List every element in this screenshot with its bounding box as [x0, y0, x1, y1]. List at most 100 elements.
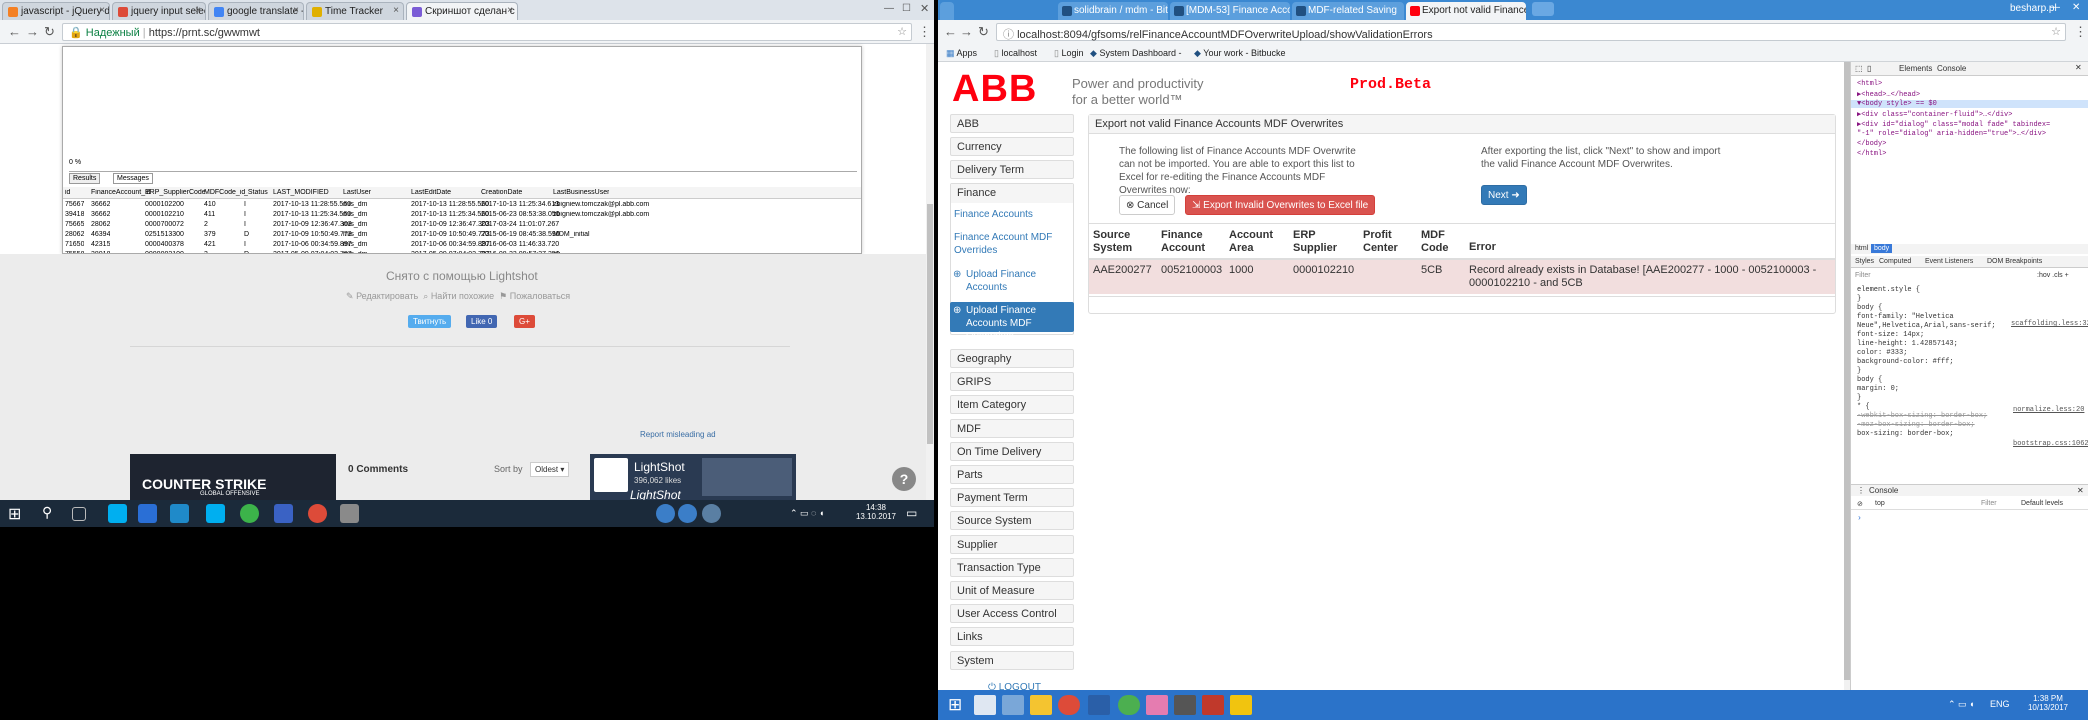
right-tab-4[interactable]: Export not valid Finance [1406, 2, 1526, 20]
grid-row[interactable]: 28062 46394 0251513300 379 D 2017-10-09 10:50… [63, 230, 861, 240]
bookmark-system-dashboard[interactable]: ◆ System Dashboard - [1090, 48, 1181, 59]
nav-item-item-category[interactable]: Item Category [950, 395, 1074, 415]
colorful-app-icon[interactable] [1146, 695, 1168, 715]
tab-dom-breakpoints[interactable]: DOM Breakpoints [1987, 258, 2042, 265]
styles-filter-input[interactable]: Filter [1855, 272, 1871, 279]
messages-tab[interactable]: Messages [113, 173, 153, 184]
grid-row[interactable]: 75667 36662 0000102200 410 I 2017-10-13 11:28… [63, 200, 861, 210]
nav-item-currency[interactable]: Currency [950, 137, 1074, 156]
drawer-menu-icon[interactable]: ⋮ [1857, 486, 1865, 495]
dom-node[interactable]: ▶<div class="container-fluid">…</div> [1857, 110, 2012, 119]
nav-item-supplier[interactable]: Supplier [950, 534, 1074, 554]
tab-console[interactable]: Console [1937, 64, 1966, 73]
nav-item-system[interactable]: System [950, 650, 1074, 670]
task-view-icon[interactable] [72, 507, 86, 521]
grid-row[interactable]: 71650 42315 0000400378 421 I 2017-10-06 00:34… [63, 240, 861, 250]
left-tab-2[interactable]: jquery input select - По× [112, 2, 206, 20]
right-tab-2[interactable]: [MDM-53] Finance Acco [1170, 2, 1290, 20]
sort-select[interactable]: Oldest ▾ [530, 462, 570, 477]
window-close-icon[interactable]: ✕ [2072, 2, 2080, 13]
crumb-html[interactable]: html [1855, 245, 1868, 252]
nav-item-grips[interactable]: GRIPS [950, 372, 1074, 392]
star-icon[interactable]: ☆ [2051, 25, 2061, 38]
nav-item-mdf[interactable]: MDF [950, 418, 1074, 438]
nav-item-links[interactable]: Links [950, 627, 1074, 647]
minimize-icon[interactable]: — [2050, 2, 2060, 13]
teamviewer-icon[interactable] [170, 504, 189, 523]
scroll-thumb[interactable] [927, 204, 933, 444]
back-icon[interactable]: ← [8, 24, 21, 39]
console-filter-input[interactable]: Filter [1981, 500, 1997, 507]
clear-console-icon[interactable]: ⊘ [1857, 500, 1863, 508]
terminal-icon[interactable] [1174, 695, 1196, 715]
star-icon[interactable]: ☆ [897, 25, 907, 38]
export-excel-button[interactable]: ⇲ Export Invalid Overwrites to Excel fil… [1185, 195, 1376, 215]
search-icon[interactable]: ⚲ [42, 504, 52, 521]
menu-icon[interactable]: ⋮ [2074, 24, 2087, 40]
counter-strike-ad[interactable]: COUNTER STRIKE GLOBAL OFFENSIVE [130, 454, 336, 500]
app-icon[interactable] [1202, 695, 1224, 715]
device-icon[interactable]: ▯ [1867, 64, 1871, 73]
minimize-icon[interactable]: — [884, 3, 894, 14]
style-source-2[interactable]: normalize.less:20 [2013, 406, 2084, 414]
close-icon[interactable]: ✕ [2077, 486, 2084, 495]
help-icon[interactable]: ? [892, 467, 916, 491]
chrome-icon[interactable] [308, 504, 327, 523]
close-icon[interactable]: × [195, 5, 201, 16]
reload-icon[interactable]: ↻ [978, 24, 989, 40]
forward-icon[interactable]: → [26, 24, 39, 39]
dom-node[interactable]: </body> [1857, 140, 1886, 148]
right-tab-1[interactable]: solidbrain / mdm - Bitb [1058, 2, 1168, 20]
tab-elements[interactable]: Elements [1899, 64, 1932, 73]
console-context-select[interactable]: top [1875, 500, 1885, 507]
address-bar[interactable]: 🔒 Надежный | https://prnt.sc/gwwmwt ☆ [62, 23, 912, 41]
nav-sub-finance-accounts[interactable]: Finance Accounts [950, 208, 1074, 221]
close-icon[interactable]: × [99, 5, 105, 16]
save-app-icon[interactable] [1088, 695, 1110, 715]
new-tab-button[interactable] [1532, 2, 1554, 16]
style-source-1[interactable]: scaffolding.less:32 [2011, 320, 2088, 328]
nav-item-on-time-delivery[interactable]: On Time Delivery [950, 441, 1074, 461]
file-explorer-icon[interactable] [1030, 695, 1052, 715]
tray-app-icon[interactable] [702, 504, 721, 523]
dom-node[interactable]: <html> [1857, 80, 1882, 88]
windows-start-icon[interactable]: ⊞ [948, 695, 962, 715]
left-tab-1[interactable]: javascript - jQuery disab× [2, 2, 110, 20]
report-link[interactable]: Пожаловаться [510, 291, 570, 301]
chat-icon[interactable] [678, 504, 697, 523]
grid-row[interactable]: 39418 36662 0000102210 411 I 2017-10-13 11:25… [63, 210, 861, 220]
close-icon[interactable]: × [393, 5, 399, 16]
tab-event-listeners[interactable]: Event Listeners [1925, 258, 1973, 265]
menu-icon[interactable]: ⋮ [918, 24, 931, 40]
abb-logo[interactable]: ABB [952, 68, 1037, 111]
google-plus-button[interactable]: G+ [514, 315, 535, 328]
nav-item-transaction-type[interactable]: Transaction Type [950, 557, 1074, 577]
nav-item-finance[interactable]: Finance [951, 184, 1073, 203]
nav-item-geography[interactable]: Geography [950, 349, 1074, 368]
nav-sub-upload-mdf-overwrites[interactable]: ⊕ Upload Finance Accounts MDF Overwrites [950, 302, 1074, 342]
pinned-tab[interactable] [940, 2, 954, 20]
skype-business-icon[interactable] [206, 504, 225, 523]
bookmark-apps[interactable]: ▦ Apps [946, 48, 977, 59]
style-source-3[interactable]: bootstrap.css:1062 [2013, 440, 2088, 448]
maximize-icon[interactable]: ☐ [902, 3, 911, 14]
tray-icons[interactable]: ⌃ ▭ ◌ ◖ [790, 508, 824, 519]
edit-link[interactable]: Редактировать [356, 291, 418, 301]
upwork-icon[interactable] [240, 504, 259, 523]
skype-icon[interactable] [108, 504, 127, 523]
grid-row[interactable]: 75665 28062 0000700072 2 I 2017-10-09 12:36:4… [63, 220, 861, 230]
bookmark-login[interactable]: ▯ Login [1054, 48, 1084, 59]
clock[interactable]: 14:38 13.10.2017 [848, 503, 904, 521]
tab-computed[interactable]: Computed [1879, 258, 1911, 265]
next-button[interactable]: Next ➜ [1481, 185, 1527, 205]
close-icon[interactable]: × [293, 5, 299, 16]
dom-node[interactable]: ▶<head>…</head> [1857, 90, 1920, 99]
dom-node[interactable]: ▶<div id="dialog" class="modal fade" tab… [1857, 120, 2050, 129]
tab-styles[interactable]: Styles [1855, 258, 1874, 265]
tray-icons[interactable]: ⌃ ▭ ◖ [1948, 699, 1974, 710]
bookmark-your-work[interactable]: ◆ Your work - Bitbucke [1194, 48, 1285, 59]
ssms-icon[interactable] [274, 504, 293, 523]
table-row[interactable]: AAE200277 0052100003 1000 0000102210 5CB… [1089, 258, 1835, 294]
notes-app-icon[interactable] [1230, 695, 1252, 715]
cancel-button[interactable]: ⊗ Cancel [1119, 195, 1176, 215]
